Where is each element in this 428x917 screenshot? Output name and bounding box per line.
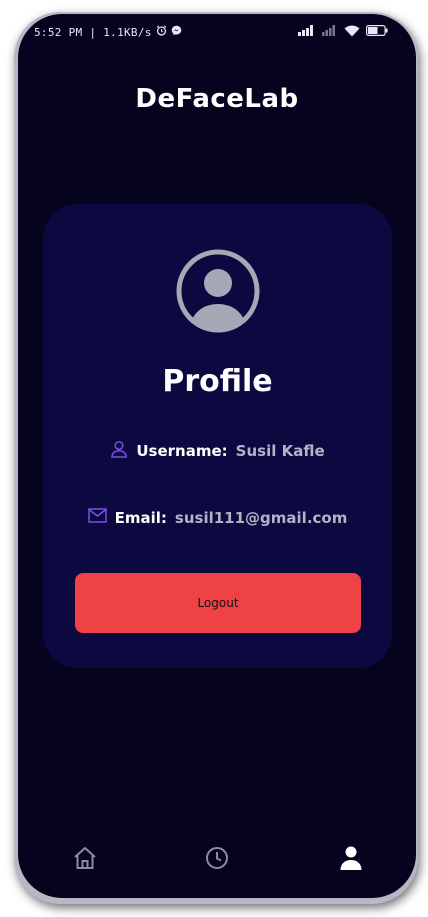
alarm-icon: [156, 25, 167, 39]
phone-screen: 5:52 PM | 1.1KB/s DeFaceLab Profile User…: [18, 14, 416, 898]
status-right: [298, 25, 388, 40]
bottom-nav: [18, 840, 416, 880]
signal-secondary-icon: [322, 25, 338, 39]
app-title: DeFaceLab: [135, 84, 299, 114]
person-icon: [339, 845, 363, 875]
nav-history[interactable]: [203, 846, 231, 874]
username-value: Susil Kafle: [235, 442, 325, 460]
status-time-speed: 5:52 PM | 1.1KB/s: [34, 25, 152, 39]
status-left: 5:52 PM | 1.1KB/s: [34, 25, 182, 39]
mail-icon: [87, 508, 107, 527]
username-label: Username:: [136, 442, 228, 460]
signal-icon: [298, 25, 316, 39]
status-bar: 5:52 PM | 1.1KB/s: [18, 14, 416, 50]
wifi-icon: [344, 25, 360, 40]
logout-button[interactable]: Logout: [75, 573, 361, 633]
home-icon: [72, 845, 98, 875]
battery-icon: [366, 25, 388, 39]
messenger-icon: [171, 25, 182, 39]
email-row: Email: susil111@gmail.com: [43, 508, 392, 527]
user-icon: [110, 440, 128, 462]
nav-profile[interactable]: [337, 846, 365, 874]
email-label: Email:: [114, 508, 167, 527]
profile-card: Profile Username: Susil Kafle Email: sus…: [43, 204, 392, 668]
profile-heading: Profile: [162, 364, 273, 399]
nav-home[interactable]: [71, 846, 99, 874]
avatar-icon: [175, 248, 261, 334]
email-value: susil111@gmail.com: [174, 508, 348, 527]
clock-icon: [205, 846, 229, 874]
username-row: Username: Susil Kafle: [43, 440, 392, 462]
